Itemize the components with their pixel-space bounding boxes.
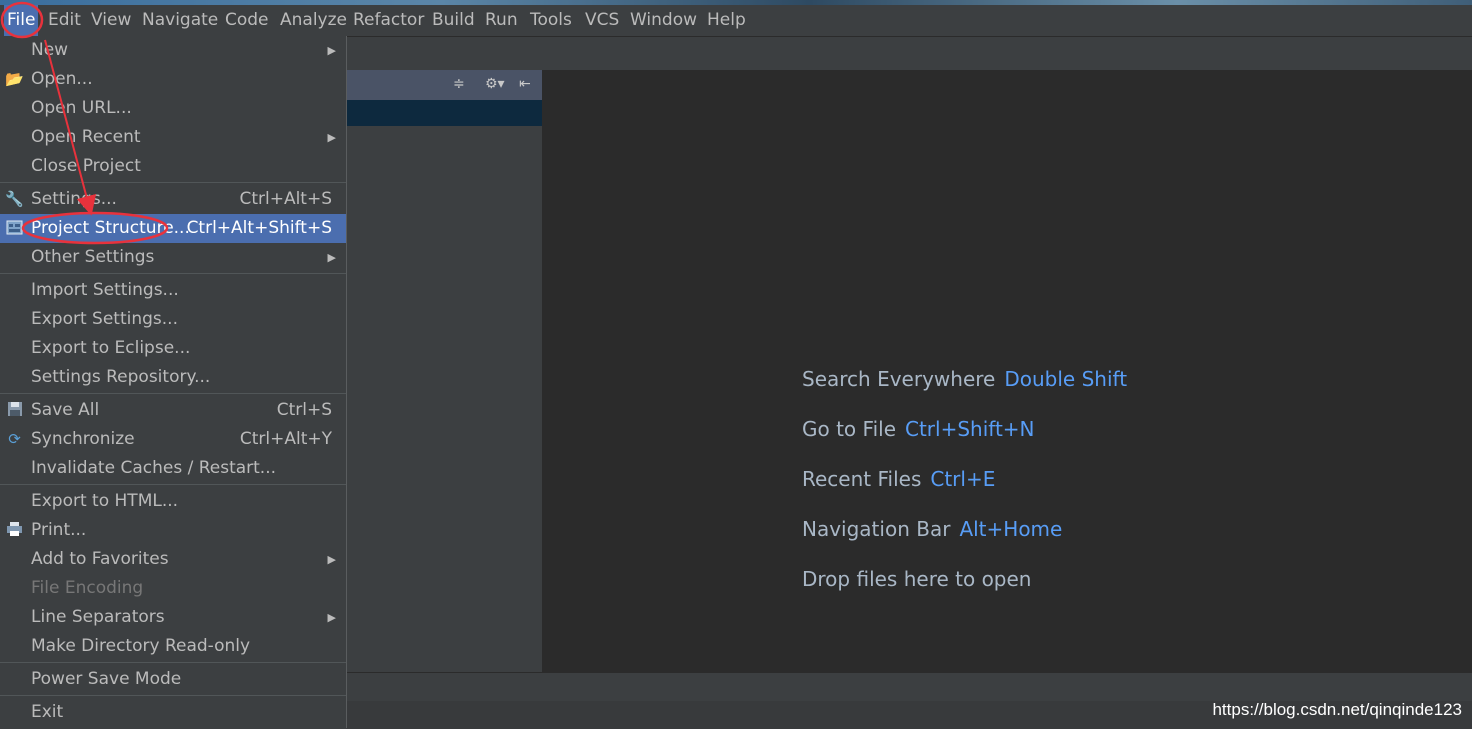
menu-build[interactable]: Build xyxy=(429,5,478,36)
menu-shortcut: Ctrl+S xyxy=(276,400,332,420)
folder-open-icon: 📂 xyxy=(5,70,24,88)
hint-shortcut: Ctrl+E xyxy=(930,467,996,491)
submenu-arrow-icon: ▶ xyxy=(327,251,336,264)
project-tree xyxy=(347,126,542,672)
menu-separator xyxy=(0,182,346,183)
wrench-icon: 🔧 xyxy=(5,190,24,208)
menu-item-export-settings[interactable]: Export Settings... xyxy=(0,305,346,334)
menu-refactor[interactable]: Refactor xyxy=(350,5,427,36)
menu-item-add-to-favorites[interactable]: Add to Favorites ▶ xyxy=(0,545,346,574)
submenu-arrow-icon: ▶ xyxy=(327,131,336,144)
menu-item-settings[interactable]: 🔧 Settings... Ctrl+Alt+S xyxy=(0,185,346,214)
menu-vcs[interactable]: VCS xyxy=(582,5,622,36)
menu-item-settings-repository[interactable]: Settings Repository... xyxy=(0,363,346,392)
hint-navigation-bar: Navigation Bar Alt+Home xyxy=(802,517,1063,541)
menu-tools[interactable]: Tools xyxy=(527,5,575,36)
menu-item-power-save-mode[interactable]: Power Save Mode xyxy=(0,665,346,694)
hint-recent-files: Recent Files Ctrl+E xyxy=(802,467,996,491)
sync-icon: ⟳ xyxy=(8,430,21,448)
menu-separator xyxy=(0,273,346,274)
menu-shortcut: Ctrl+Alt+Shift+S xyxy=(186,218,332,238)
menu-help[interactable]: Help xyxy=(704,5,749,36)
gear-icon[interactable]: ⚙▾ xyxy=(485,76,505,92)
menu-item-line-separators[interactable]: Line Separators ▶ xyxy=(0,603,346,632)
menu-shortcut: Ctrl+Alt+Y xyxy=(239,429,332,449)
project-tree-selected-row[interactable] xyxy=(347,100,542,126)
menu-item-synchronize[interactable]: ⟳ Synchronize Ctrl+Alt+Y xyxy=(0,425,346,454)
collapse-all-icon[interactable]: ≑ xyxy=(453,76,465,92)
hint-shortcut: Alt+Home xyxy=(959,517,1063,541)
project-structure-icon xyxy=(5,219,24,238)
menu-item-import-settings[interactable]: Import Settings... xyxy=(0,276,346,305)
menu-run[interactable]: Run xyxy=(482,5,521,36)
printer-icon xyxy=(5,521,24,540)
menu-item-open-recent[interactable]: Open Recent ▶ xyxy=(0,123,346,152)
menu-item-open-url[interactable]: Open URL... xyxy=(0,94,346,123)
menu-navigate[interactable]: Navigate xyxy=(139,5,221,36)
menu-shortcut: Ctrl+Alt+S xyxy=(239,189,332,209)
submenu-arrow-icon: ▶ xyxy=(327,553,336,566)
hint-go-to-file: Go to File Ctrl+Shift+N xyxy=(802,417,1035,441)
menu-window[interactable]: Window xyxy=(627,5,700,36)
menu-bar: File Edit View Navigate Code Analyze Ref… xyxy=(0,5,1472,37)
menu-item-exit[interactable]: Exit xyxy=(0,698,346,727)
menu-edit[interactable]: Edit xyxy=(45,5,84,36)
project-panel-header: ≑ ⚙▾ ⇤ xyxy=(347,70,542,100)
hint-search-everywhere: Search Everywhere Double Shift xyxy=(802,367,1128,391)
hint-drop-files: Drop files here to open xyxy=(802,567,1032,591)
menu-code[interactable]: Code xyxy=(222,5,272,36)
menu-separator xyxy=(0,695,346,696)
menu-separator xyxy=(0,484,346,485)
menu-item-make-directory-read-only[interactable]: Make Directory Read-only xyxy=(0,632,346,661)
hint-shortcut: Ctrl+Shift+N xyxy=(905,417,1035,441)
menu-item-export-to-html[interactable]: Export to HTML... xyxy=(0,487,346,516)
menu-item-file-encoding: File Encoding xyxy=(31,578,144,598)
save-icon xyxy=(5,401,24,420)
watermark: https://blog.csdn.net/qinqinde123 xyxy=(1212,700,1462,719)
menu-separator xyxy=(0,662,346,663)
hide-panel-icon[interactable]: ⇤ xyxy=(519,76,531,92)
menu-item-print[interactable]: Print... xyxy=(0,516,346,545)
menu-item-new[interactable]: New ▶ xyxy=(0,36,346,65)
hint-shortcut: Double Shift xyxy=(1004,367,1128,391)
menu-separator xyxy=(0,393,346,394)
menu-file[interactable]: File xyxy=(4,5,39,36)
submenu-arrow-icon: ▶ xyxy=(327,44,336,57)
menu-item-open[interactable]: 📂 Open... xyxy=(0,65,346,94)
menu-item-close-project[interactable]: Close Project xyxy=(0,152,346,181)
menu-item-export-to-eclipse[interactable]: Export to Eclipse... xyxy=(0,334,346,363)
file-menu-dropdown: New ▶ 📂 Open... Open URL... Open Recent … xyxy=(0,36,347,728)
menu-item-invalidate-caches[interactable]: Invalidate Caches / Restart... xyxy=(0,454,346,483)
submenu-arrow-icon: ▶ xyxy=(327,611,336,624)
menu-analyze[interactable]: Analyze xyxy=(277,5,350,36)
menu-view[interactable]: View xyxy=(88,5,134,36)
menu-item-save-all[interactable]: Save All Ctrl+S xyxy=(0,396,346,425)
menu-item-project-structure[interactable]: Project Structure... Ctrl+Alt+Shift+S xyxy=(0,214,346,243)
menu-item-other-settings[interactable]: Other Settings ▶ xyxy=(0,243,346,272)
